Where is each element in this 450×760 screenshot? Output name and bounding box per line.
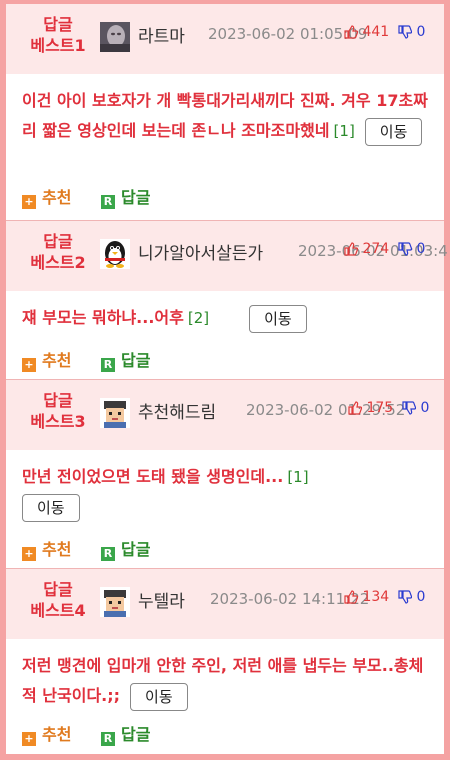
- best-rank-label: 답글 베스트1: [30, 15, 86, 55]
- comment-count[interactable]: [1]: [287, 468, 308, 486]
- thumbs-down-icon: [398, 590, 413, 608]
- downvote-button[interactable]: 0: [398, 241, 425, 260]
- nickname[interactable]: 니가알아서살든가: [138, 239, 263, 264]
- reply-content: 이건 아이 보호자가 개 빡통대가리새끼다 진짜. 겨우 17초짜리 짧은 영상…: [22, 86, 436, 146]
- pixel-face-avatar-icon[interactable]: [100, 587, 130, 617]
- reply-button[interactable]: R 답글: [101, 351, 150, 372]
- upvote-button[interactable]: 274: [344, 241, 389, 260]
- upvote-button[interactable]: 175: [348, 400, 393, 419]
- plus-icon: +: [22, 732, 36, 746]
- reply-r-icon: R: [101, 547, 116, 561]
- comment-count[interactable]: [1]: [334, 122, 355, 140]
- reply-r-icon: R: [101, 195, 116, 209]
- reply-header: 답글 베스트2 니가알아서살든가 2023-06-02 01:03:4 274 …: [6, 221, 448, 291]
- move-button[interactable]: 이동: [130, 682, 188, 711]
- reply-button[interactable]: R 답글: [101, 188, 150, 209]
- reply-button[interactable]: R 답글: [101, 540, 150, 561]
- thumbs-up-icon: [348, 401, 363, 419]
- upvote-button[interactable]: 134: [344, 589, 389, 608]
- move-button[interactable]: 이동: [364, 117, 423, 146]
- best-reply-item-2: 답글 베스트2 니가알아서살든가 2023-06-02 01:03:4 274 …: [6, 221, 448, 380]
- downvote-count: 0: [416, 589, 426, 605]
- recommend-button[interactable]: + 추천: [22, 351, 71, 372]
- downvote-button[interactable]: 0: [398, 589, 425, 608]
- plus-icon: +: [22, 547, 36, 561]
- best-reply-item-3: 답글 베스트3 추천해드림 2023-06-02 01:29:52 175 0 …: [6, 380, 444, 569]
- thumbs-up-icon: [344, 242, 359, 260]
- thumbs-down-icon: [402, 401, 417, 419]
- downvote-count: 0: [416, 24, 426, 40]
- upvote-button[interactable]: 441: [344, 24, 389, 43]
- upvote-count: 441: [362, 24, 390, 40]
- best-replies-panel: 답글 베스트1 라트마 2023-06-02 01:05:09 441 0 이건…: [0, 0, 450, 760]
- reply-content: 만년 전이었으면 도태 됐을 생명인데... [1] 이동: [22, 462, 436, 522]
- downvote-button[interactable]: 0: [402, 400, 429, 419]
- plus-icon: +: [22, 358, 36, 372]
- best-rank-label: 답글 베스트4: [30, 580, 86, 620]
- downvote-count: 0: [416, 241, 426, 257]
- reply-header: 답글 베스트3 추천해드림 2023-06-02 01:29:52 175 0: [6, 380, 444, 450]
- thumbs-down-icon: [398, 25, 413, 43]
- move-button[interactable]: 이동: [22, 493, 80, 522]
- downvote-button[interactable]: 0: [398, 24, 425, 43]
- best-reply-item-1: 답글 베스트1 라트마 2023-06-02 01:05:09 441 0 이건…: [6, 4, 444, 221]
- thumbs-up-icon: [344, 590, 359, 608]
- reply-r-icon: R: [101, 732, 116, 746]
- reply-header: 답글 베스트4 누텔라 2023-06-02 14:11:22 134 0: [6, 569, 444, 639]
- upvote-count: 274: [362, 241, 390, 257]
- pixel-face-avatar-icon[interactable]: [100, 398, 130, 428]
- reply-actions: + 추천 R 답글: [22, 184, 150, 209]
- nickname[interactable]: 라트마: [138, 22, 185, 47]
- reply-actions: + 추천 R 답글: [22, 536, 150, 561]
- recommend-button[interactable]: + 추천: [22, 540, 71, 561]
- reply-actions: + 추천 R 답글: [22, 721, 150, 746]
- reply-content: 쟤 부모는 뭐하냐...어후 [2] 이동: [22, 303, 436, 333]
- upvote-count: 134: [362, 589, 390, 605]
- downvote-count: 0: [420, 400, 430, 416]
- reply-header: 답글 베스트1 라트마 2023-06-02 01:05:09 441 0: [6, 4, 444, 74]
- nickname[interactable]: 추천해드림: [138, 398, 216, 423]
- reply-button[interactable]: R 답글: [101, 725, 150, 746]
- nickname[interactable]: 누텔라: [138, 587, 185, 612]
- best-rank-label: 답글 베스트2: [30, 232, 86, 272]
- photo-avatar-icon[interactable]: [100, 22, 130, 52]
- move-button[interactable]: 이동: [249, 304, 307, 333]
- thumbs-down-icon: [398, 242, 413, 260]
- thumbs-up-icon: [344, 25, 359, 43]
- upvote-count: 175: [366, 400, 394, 416]
- comment-count[interactable]: [2]: [188, 309, 209, 327]
- reply-r-icon: R: [101, 358, 116, 372]
- best-rank-label: 답글 베스트3: [30, 391, 86, 431]
- recommend-button[interactable]: + 추천: [22, 725, 71, 746]
- reply-content: 저런 맹견에 입마개 안한 주인, 저런 애를 냅두는 부모..총체적 난국이다…: [22, 651, 436, 711]
- reply-actions: + 추천 R 답글: [22, 347, 150, 372]
- penguin-avatar-icon[interactable]: [100, 239, 130, 269]
- recommend-button[interactable]: + 추천: [22, 188, 71, 209]
- best-reply-item-4: 답글 베스트4 누텔라 2023-06-02 14:11:22 134 0 저런…: [6, 569, 444, 755]
- plus-icon: +: [22, 195, 36, 209]
